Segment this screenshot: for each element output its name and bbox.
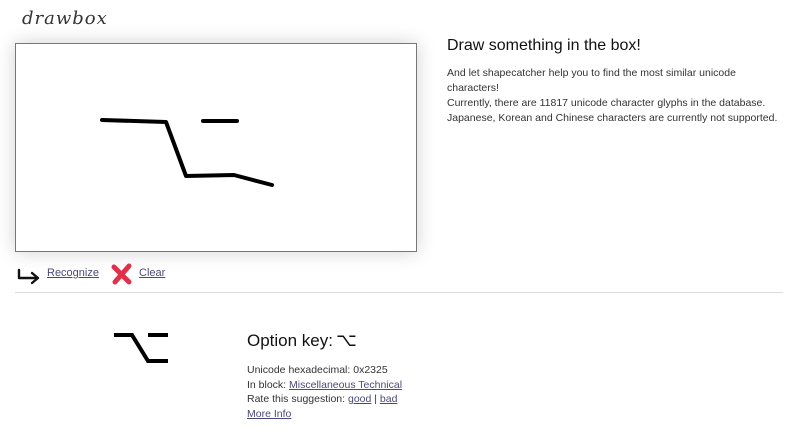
rate-prefix: Rate this suggestion: <box>247 393 348 405</box>
unicode-hex: Unicode hexadecimal: 0x2325 <box>247 364 388 376</box>
result-details: Unicode hexadecimal: 0x2325 In block: Mi… <box>247 363 402 421</box>
app-logo: drawbox <box>22 8 108 29</box>
more-info-link[interactable]: More Info <box>247 408 291 420</box>
more-info-row: More Info <box>247 407 402 422</box>
red-x-icon <box>111 263 132 285</box>
instructions-line: And let shapecatcher help you to find th… <box>447 67 736 94</box>
block-row: In block: Miscellaneous Technical <box>247 378 402 393</box>
recognize-label: Recognize <box>47 267 99 279</box>
instructions-heading: Draw something in the box! <box>447 37 641 54</box>
instructions-line: Currently, there are 11817 unicode chara… <box>447 97 766 109</box>
rate-bad-link[interactable]: bad <box>380 393 398 405</box>
block-link[interactable]: Miscellaneous Technical <box>289 379 402 391</box>
drawing-canvas[interactable] <box>15 43 417 252</box>
rate-good-link[interactable]: good <box>348 393 371 405</box>
block-prefix: In block: <box>247 378 290 391</box>
rate-separator: | <box>371 393 380 405</box>
clear-label: Clear <box>139 267 166 279</box>
rate-row: Rate this suggestion: good | bad <box>247 392 402 407</box>
result-character-name: Option key: <box>247 331 333 350</box>
instructions-line: Japanese, Korean and Chinese characters … <box>447 112 778 124</box>
section-divider <box>15 292 783 293</box>
return-arrow-icon <box>17 268 40 285</box>
option-key-glyph-icon <box>114 333 168 363</box>
user-drawing <box>100 118 274 187</box>
instructions-text: And let shapecatcher help you to find th… <box>447 66 787 126</box>
result-character-symbol: ⌥ <box>336 330 357 351</box>
drawn-stroke-main <box>100 118 274 187</box>
result-heading: Option key: ⌥ <box>247 330 357 351</box>
